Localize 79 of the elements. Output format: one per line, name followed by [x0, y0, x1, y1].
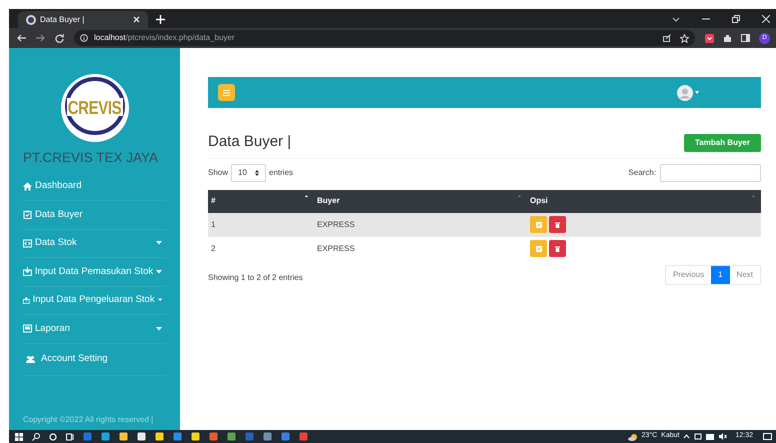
caret-icon — [158, 298, 162, 302]
caret-icon — [695, 91, 699, 94]
sidebar-item[interactable]: Laporan — [23, 315, 166, 344]
sidebar-item[interactable]: Account Setting — [23, 344, 166, 376]
task-view-icon — [66, 432, 74, 440]
show-label: Show — [208, 166, 228, 178]
sidebar-item[interactable]: Input Data Pemasukan Stok — [23, 258, 166, 286]
chevron-down-icon — [672, 16, 680, 22]
logo-drawing — [60, 74, 128, 142]
avatar-icon — [677, 84, 693, 100]
pocket-icon — [705, 34, 714, 42]
search-field[interactable] — [660, 164, 761, 182]
home-icon — [23, 182, 32, 191]
trash-icon — [555, 246, 560, 252]
copyright-text: Copyright ©2022 All rights reserved | — [23, 414, 154, 426]
edit-icon — [536, 246, 542, 252]
sidebar-item[interactable]: Dashboard — [23, 172, 166, 201]
tab-title: Data Buyer | — [40, 14, 86, 26]
entries-label: entries — [269, 166, 294, 178]
star-icon — [680, 34, 689, 42]
weather-icon — [628, 432, 638, 440]
table-cell: EXPRESS — [314, 236, 527, 260]
info-text: Showing 1 to 2 of 2 entries — [208, 272, 303, 284]
circle-icon — [49, 432, 57, 440]
table-cell: 2 — [208, 236, 314, 260]
chevron-up-icon — [683, 434, 690, 439]
card-icon — [23, 324, 32, 334]
back-icon — [17, 34, 26, 42]
company-name: PT.CREVIS TEX JAYA — [23, 148, 158, 166]
delete-button[interactable] — [549, 216, 566, 233]
column-header[interactable]: # — [208, 190, 314, 212]
caret-icon — [156, 326, 162, 331]
sidebar-item[interactable]: Data Stok — [23, 230, 166, 258]
address-bar[interactable]: localhost/ptcrevis/index.php/data_buyer — [74, 30, 695, 46]
edit-icon — [536, 222, 542, 228]
page-size-select[interactable]: 10 — [231, 164, 266, 182]
speaker-icon — [719, 433, 728, 440]
trash-icon — [555, 222, 560, 228]
restore-icon — [732, 15, 740, 23]
caret-icon — [156, 241, 162, 246]
info-icon — [80, 34, 88, 42]
pagination-button[interactable]: Next — [730, 266, 760, 284]
sidebar-icon — [741, 34, 750, 42]
minimize-icon — [702, 18, 710, 20]
forward-icon — [36, 34, 45, 42]
pagination-button[interactable]: 1 — [711, 266, 730, 284]
favicon-icon — [26, 14, 36, 24]
upload-icon — [23, 296, 30, 305]
users-icon — [26, 354, 35, 364]
plus-icon — [156, 15, 165, 24]
close-icon — [133, 16, 140, 23]
close-icon — [762, 15, 770, 23]
delete-button[interactable] — [549, 240, 566, 257]
column-header[interactable]: Buyer — [314, 190, 527, 212]
menu-button[interactable] — [218, 84, 235, 101]
code-icon — [23, 238, 32, 248]
table-cell: EXPRESS — [314, 212, 527, 236]
logo-text: CREVIS — [68, 96, 122, 121]
sort-arrows-icon — [254, 170, 259, 176]
windows-icon — [15, 432, 23, 440]
add-buyer-button[interactable]: Tambah Buyer — [684, 134, 761, 152]
reload-icon — [55, 34, 64, 42]
menu-icon — [223, 90, 230, 96]
table-cell: 1 — [208, 212, 314, 236]
puzzle-icon — [723, 34, 732, 42]
browser-tab[interactable]: Data Buyer | — [18, 11, 148, 28]
search-icon — [32, 432, 40, 440]
sidebar-item[interactable]: Input Data Pengeluaran Stok — [23, 286, 166, 315]
search-label: Search: — [628, 166, 656, 178]
sidebar-item[interactable]: Data Buyer — [23, 201, 166, 230]
pagination-button[interactable]: Previous — [666, 266, 712, 284]
url-text: localhost/ptcrevis/index.php/data_buyer — [94, 32, 235, 44]
share-icon — [663, 34, 671, 42]
clipboard-icon — [23, 210, 32, 220]
caret-icon — [156, 270, 162, 274]
column-header[interactable]: Opsi — [527, 190, 761, 212]
notification-icon — [763, 432, 772, 440]
inbox-icon — [23, 267, 32, 276]
page-title: Data Buyer | — [208, 132, 292, 152]
